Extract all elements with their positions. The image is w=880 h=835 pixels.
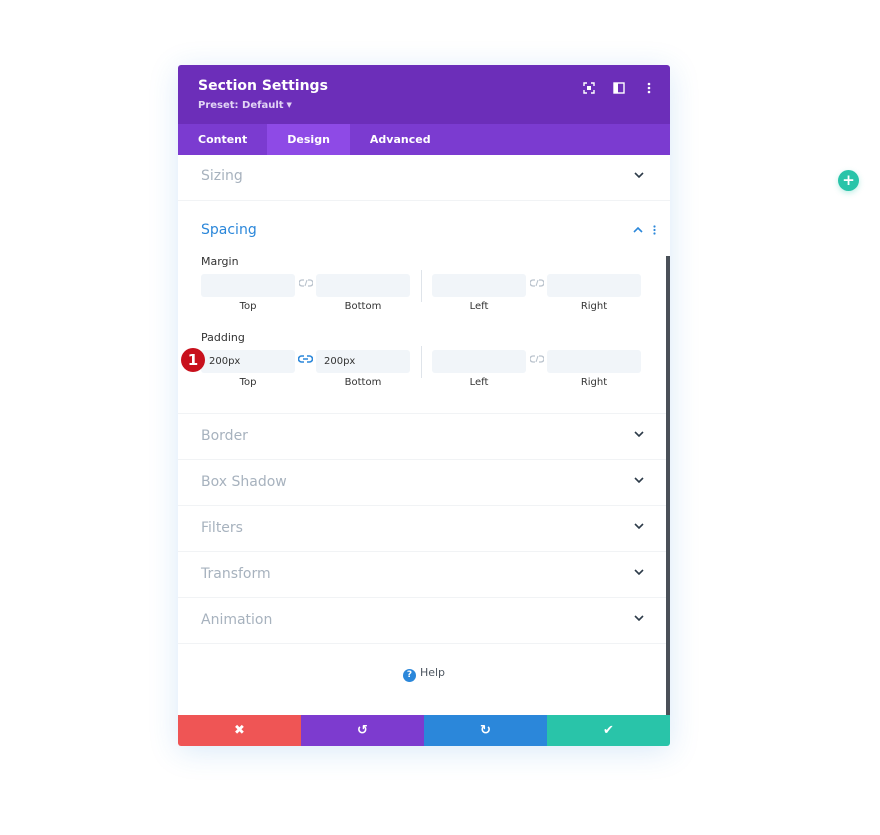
chevron-down-icon xyxy=(634,613,644,624)
section-settings-modal: Section Settings Preset: Default ▼ Conten… xyxy=(178,65,670,746)
toggle-box-shadow[interactable]: Box Shadow xyxy=(178,460,670,506)
close-icon: ✖ xyxy=(234,723,245,738)
toggle-title: Animation xyxy=(201,612,273,628)
toggle-title: Box Shadow xyxy=(201,474,287,490)
undo-button[interactable]: ↺ xyxy=(301,715,424,746)
settings-body: Sizing Spacing Margin Top Bottom Left Ri… xyxy=(178,155,670,715)
unlinked-icon[interactable] xyxy=(529,354,545,367)
padding-bottom-input[interactable]: 200px xyxy=(316,350,410,373)
padding-left-input[interactable] xyxy=(432,350,526,373)
tab-content[interactable]: Content xyxy=(178,124,267,155)
help-icon: ? xyxy=(402,669,416,682)
margin-right-input[interactable] xyxy=(547,274,641,297)
focus-mode-icon[interactable] xyxy=(580,79,598,97)
scrollbar[interactable] xyxy=(666,256,670,715)
unlinked-icon[interactable] xyxy=(529,278,545,291)
padding-top-input[interactable]: 200px xyxy=(201,350,295,373)
more-options-icon[interactable] xyxy=(653,225,656,238)
margin-top-input[interactable] xyxy=(201,274,295,297)
cancel-button[interactable]: ✖ xyxy=(178,715,301,746)
save-button[interactable]: ✔ xyxy=(547,715,670,746)
undo-icon: ↺ xyxy=(357,723,368,738)
chevron-down-icon xyxy=(634,429,644,440)
modal-title: Section Settings xyxy=(198,78,328,94)
toggle-sizing[interactable]: Sizing xyxy=(178,155,670,201)
margin-inputs xyxy=(201,270,643,302)
sublabel-left: Left xyxy=(469,377,489,388)
chevron-up-icon[interactable] xyxy=(633,225,643,238)
modal-header: Section Settings Preset: Default ▼ xyxy=(178,65,670,124)
check-icon: ✔ xyxy=(603,723,614,738)
toggle-title: Filters xyxy=(201,520,243,536)
toggle-transform[interactable]: Transform xyxy=(178,552,670,598)
padding-label: Padding xyxy=(201,331,245,344)
modal-footer: ✖ ↺ ↻ ✔ xyxy=(178,715,670,746)
toggle-title: Border xyxy=(201,428,248,444)
toggle-title[interactable]: Spacing xyxy=(201,222,257,238)
divider xyxy=(421,346,422,378)
toggle-title: Transform xyxy=(201,566,271,582)
margin-label: Margin xyxy=(201,255,239,268)
toggle-border[interactable]: Border xyxy=(178,414,670,460)
unlinked-icon[interactable] xyxy=(298,278,314,291)
sublabel-top: Top xyxy=(239,301,257,312)
tab-design[interactable]: Design xyxy=(267,124,350,155)
sublabel-bottom: Bottom xyxy=(344,301,382,312)
sublabel-right: Right xyxy=(580,301,608,312)
help-label: Help xyxy=(419,666,446,679)
caret-down-icon: ▼ xyxy=(286,101,292,109)
chevron-down-icon xyxy=(634,475,644,486)
toggle-animation[interactable]: Animation xyxy=(178,598,670,644)
preset-dropdown[interactable]: Preset: Default ▼ xyxy=(198,100,292,111)
padding-right-input[interactable] xyxy=(547,350,641,373)
margin-left-input[interactable] xyxy=(432,274,526,297)
split-view-icon[interactable] xyxy=(610,79,628,97)
redo-button[interactable]: ↻ xyxy=(424,715,547,746)
linked-icon[interactable] xyxy=(297,354,314,367)
padding-inputs: 200px 200px xyxy=(201,346,643,378)
sublabel-bottom: Bottom xyxy=(344,377,382,388)
tab-advanced[interactable]: Advanced xyxy=(350,124,451,155)
chevron-down-icon xyxy=(634,521,644,532)
tab-bar: Content Design Advanced xyxy=(178,124,670,155)
toggle-spacing: Spacing Margin Top Bottom Left Right Pad… xyxy=(178,201,670,414)
add-section-button[interactable]: + xyxy=(838,170,859,191)
chevron-down-icon xyxy=(634,170,644,181)
help-link[interactable]: ? Help xyxy=(178,666,670,682)
redo-icon: ↻ xyxy=(480,723,491,738)
divider xyxy=(421,270,422,302)
toggle-filters[interactable]: Filters xyxy=(178,506,670,552)
annotation-badge: 1 xyxy=(181,348,205,372)
sublabel-left: Left xyxy=(469,301,489,312)
sublabel-top: Top xyxy=(239,377,257,388)
sublabel-right: Right xyxy=(580,377,608,388)
more-options-icon[interactable] xyxy=(640,79,658,97)
toggle-title: Sizing xyxy=(201,168,243,184)
margin-bottom-input[interactable] xyxy=(316,274,410,297)
chevron-down-icon xyxy=(634,567,644,578)
preset-label: Preset: Default xyxy=(198,100,284,111)
